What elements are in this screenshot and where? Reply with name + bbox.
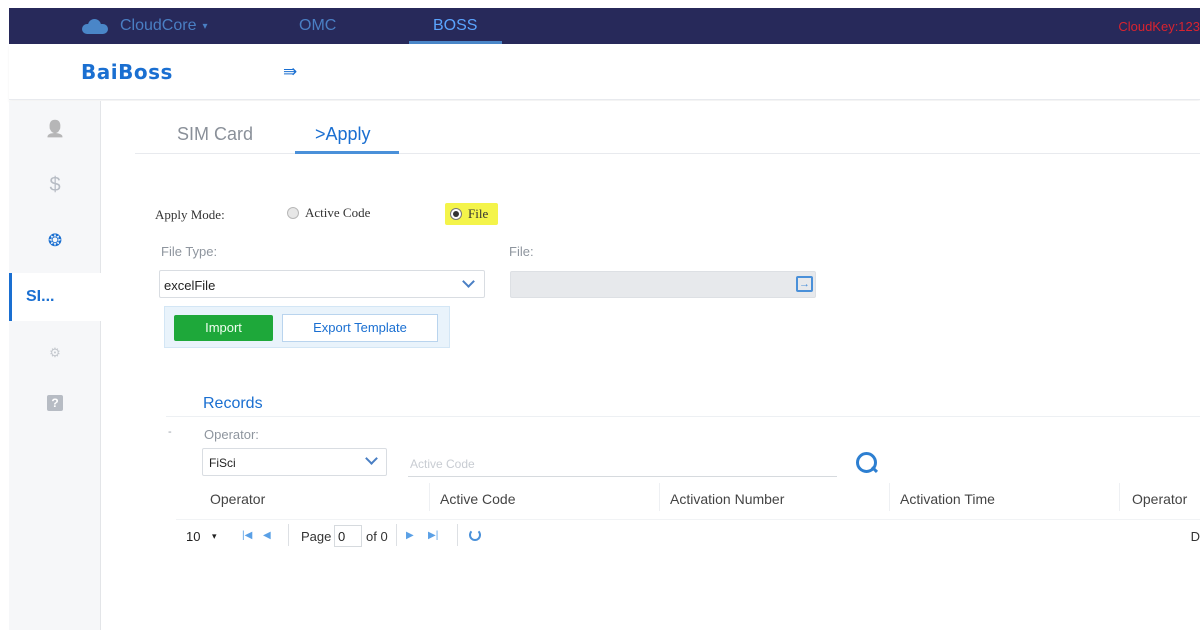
pager-separator [457, 524, 458, 546]
chevron-down-icon [365, 452, 378, 465]
main-content: SIM Card >Apply Apply Mode: Active Code … [101, 101, 1200, 630]
chevron-down-icon [462, 275, 475, 288]
chevron-down-icon[interactable]: ▾ [212, 531, 217, 542]
file-type-select[interactable]: excelFile [159, 270, 485, 298]
radio-button[interactable] [287, 207, 299, 219]
file-label: File: [509, 244, 534, 259]
prev-page-icon[interactable]: ◀ [263, 530, 271, 541]
file-type-label: File Type: [161, 244, 218, 259]
export-template-button[interactable]: Export Template [282, 314, 438, 342]
chevron-down-icon: ▾ [202, 20, 208, 32]
globe-icon: ❂ [47, 231, 63, 250]
sidebar: 👤 $ ❂ SI... ⚙ ? [9, 101, 101, 630]
radio-file[interactable]: File [445, 203, 499, 225]
action-panel: Import Export Template [164, 306, 450, 348]
file-input[interactable]: → [510, 271, 816, 298]
column-divider [429, 483, 430, 511]
nav-boss[interactable]: BOSS [433, 17, 477, 35]
active-code-input[interactable]: Active Code [408, 451, 837, 477]
column-header[interactable]: Active Code [440, 491, 515, 507]
dollar-icon: $ [49, 173, 61, 196]
column-header[interactable]: Activation Time [900, 491, 995, 507]
top-nav-bar: CloudCore ▾ OMC BOSS CloudKey:123 [9, 8, 1200, 44]
sidebar-item-sim[interactable]: SI... [9, 273, 101, 321]
nav-omc[interactable]: OMC [299, 17, 336, 35]
collapse-toggle[interactable]: - [168, 426, 172, 438]
gears-icon: ⚙ [49, 345, 61, 360]
column-divider [1119, 483, 1120, 511]
apply-mode-label: Apply Mode: [155, 207, 225, 222]
radio-button-checked[interactable] [450, 208, 462, 220]
sidebar-item-label: SI... [26, 288, 55, 305]
column-divider [889, 483, 890, 511]
select-value: excelFile [164, 278, 216, 293]
cloud-icon [82, 19, 108, 34]
baiboss-logo: BaiBoss [81, 60, 173, 84]
refresh-icon[interactable] [469, 529, 481, 541]
column-header[interactable]: Activation Number [670, 491, 784, 507]
app-window: CloudCore ▾ OMC BOSS CloudKey:123 BaiBos… [9, 8, 1200, 630]
select-value: FiSci [209, 456, 236, 470]
records-table-header: Operator Active Code Activation Number A… [200, 481, 1200, 513]
first-page-icon[interactable]: |◀ [242, 530, 252, 541]
help-icon: ? [47, 395, 63, 411]
sidebar-item-billing[interactable]: $ [9, 161, 101, 209]
app-header: BaiBoss ⇛ [9, 44, 1200, 100]
page-number-input[interactable]: 0 [334, 525, 362, 547]
operator-select[interactable]: FiSci [202, 448, 387, 476]
radio-label: Active Code [305, 205, 371, 220]
page-count: of 0 [366, 529, 388, 544]
radio-label: File [468, 206, 489, 221]
tab-sim-card[interactable]: SIM Card [177, 124, 253, 145]
search-icon[interactable] [856, 452, 880, 476]
page-label: Page [301, 529, 332, 544]
tab-bar: SIM Card >Apply [135, 114, 1200, 154]
user-icon: 👤 [45, 121, 65, 138]
pager-separator [396, 524, 397, 546]
menu-toggle-icon[interactable]: ⇛ [283, 63, 303, 80]
records-title: Records [203, 395, 263, 412]
divider [166, 416, 1200, 417]
page-size-select[interactable]: 10 [186, 529, 200, 544]
tab-apply[interactable]: >Apply [315, 124, 371, 145]
pager-status-text: D [1190, 529, 1200, 544]
file-upload-icon[interactable]: → [796, 276, 813, 292]
sidebar-item-settings[interactable]: ⚙ [9, 329, 101, 377]
pager-separator [288, 524, 289, 546]
column-header[interactable]: Operator [210, 491, 265, 507]
next-page-icon[interactable]: ▶ [406, 530, 414, 541]
column-header[interactable]: Operator [1132, 491, 1187, 507]
cloudcore-brand-menu[interactable]: CloudCore ▾ [82, 15, 208, 37]
brand-label: CloudCore [120, 17, 197, 34]
cloudkey-label: CloudKey:123 [1118, 19, 1200, 34]
sidebar-item-network[interactable]: ❂ [9, 217, 101, 265]
active-tab-indicator [295, 151, 399, 154]
sidebar-item-user[interactable]: 👤 [9, 105, 101, 153]
sidebar-item-help[interactable]: ? [9, 379, 101, 427]
column-divider [659, 483, 660, 511]
pagination-bar: 10 ▾ |◀ ◀ Page 0 of 0 ▶ ▶| D [176, 519, 1200, 555]
operator-label: Operator: [204, 427, 259, 442]
import-button[interactable]: Import [174, 315, 273, 341]
last-page-icon[interactable]: ▶| [428, 530, 438, 541]
radio-active-code[interactable]: Active Code [287, 205, 370, 221]
